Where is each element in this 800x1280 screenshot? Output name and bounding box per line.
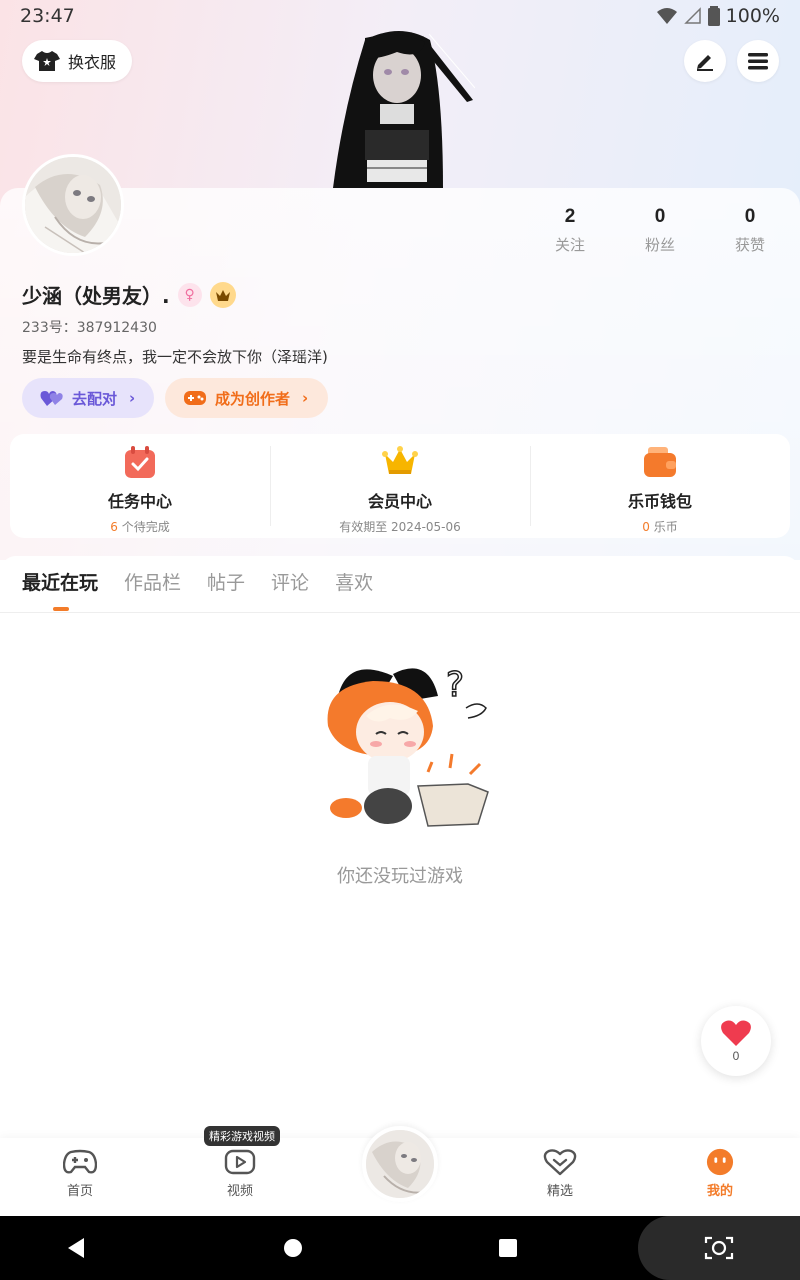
chevron-right-icon: › [302,389,309,407]
tab-works[interactable]: 作品栏 [124,568,181,595]
task-center-sub: 个待完成 [117,520,170,534]
wallet-icon [644,447,676,477]
vip-center-sub: 有效期至 2024-05-06 [339,520,461,534]
become-creator-button[interactable]: 成为创作者 › [165,378,328,418]
tab-comments[interactable]: 评论 [271,568,309,595]
nav-featured[interactable]: 精选 [520,1148,600,1199]
floating-like-button[interactable]: 0 [701,1006,771,1076]
svg-text:?: ? [446,665,464,705]
match-button-label: 去配对 [72,389,118,408]
avatar-character-figure[interactable] [325,30,475,188]
change-outfit-label: 换衣服 [68,53,117,72]
wifi-icon [656,8,677,24]
video-play-icon [224,1149,256,1175]
pen-icon [697,55,713,71]
battery-icon [707,6,720,26]
tab-likes[interactable]: 喜欢 [335,568,373,595]
bottom-navigation: 首页 视频 精彩游戏视频 精选 我的 [0,1126,800,1216]
tab-posts[interactable]: 帖子 [207,568,245,595]
nav-mine[interactable]: 我的 [680,1148,760,1199]
smile-face-icon [706,1148,734,1176]
heart-icon [721,1020,751,1046]
vip-crown-icon[interactable] [209,281,236,308]
system-navigation-bar [0,1216,800,1280]
tshirt-icon [34,51,60,71]
gamepad-icon [184,391,206,405]
coin-wallet-sub: 乐币 [649,520,678,534]
chevron-right-icon: › [129,389,136,407]
battery-percent: 100% [725,5,780,27]
home-icon[interactable] [282,1236,304,1260]
calendar-check-icon [125,446,155,478]
stat-following-label: 关注 [554,236,585,254]
status-bar: 23:47 100% [0,0,800,32]
menu-button[interactable] [737,40,779,82]
cell-signal-icon [683,7,701,24]
user-stats: 2 关注 0 粉丝 0 获赞 [525,206,795,255]
coin-wallet[interactable]: 乐币钱包 0 乐币 [530,434,790,538]
gamepad-icon [63,1149,97,1174]
video-tooltip: 精彩游戏视频 [204,1126,280,1146]
edit-profile-button[interactable] [684,40,726,82]
screenshot-button[interactable] [638,1216,800,1280]
tab-indicator [53,607,69,611]
menu-icon [748,53,768,70]
stat-following-value: 2 [564,206,576,227]
coin-wallet-title: 乐币钱包 [627,492,692,511]
nav-video-label: 视频 [226,1184,253,1199]
content-tabs: 最近在玩 作品栏 帖子 评论 喜欢 [22,568,373,595]
status-time: 23:47 [20,5,75,27]
stat-followers-value: 0 [654,206,666,227]
nav-home-label: 首页 [66,1184,93,1199]
recents-icon[interactable] [497,1236,519,1260]
back-icon[interactable] [64,1236,88,1260]
stat-following[interactable]: 2 关注 [525,206,615,255]
tab-recently-played[interactable]: 最近在玩 [22,568,98,595]
stat-likes[interactable]: 0 获赞 [705,206,795,255]
nav-center-avatar[interactable] [362,1126,438,1202]
task-center-title: 任务中心 [107,492,172,511]
match-button[interactable]: 去配对 › [22,378,154,418]
stat-followers-label: 粉丝 [644,236,675,254]
tabs-divider [0,612,800,613]
nav-home[interactable]: 首页 [40,1148,120,1199]
user-avatar[interactable] [22,154,124,256]
gender-female-icon: ♀ [177,282,202,307]
empty-state-illustration: ? [327,664,489,827]
feature-card: 任务中心 6 个待完成 会员中心 有效期至 2024-05-06 乐币钱包 0 … [10,434,790,538]
user-name-row: 少涵（处男友）. ♀ [22,280,236,309]
become-creator-label: 成为创作者 [215,389,291,408]
like-count: 0 [732,1049,740,1063]
avatar-image [366,1130,434,1198]
vip-center-title: 会员中心 [367,492,432,511]
nav-video[interactable]: 视频 [200,1148,280,1199]
content-panel: 最近在玩 作品栏 帖子 评论 喜欢 ? 你还没玩过游戏 [0,556,800,1138]
stat-likes-label: 获赞 [734,236,765,254]
vip-center[interactable]: 会员中心 有效期至 2024-05-06 [270,434,530,538]
empty-state-text: 你还没玩过游戏 [337,866,463,887]
nav-featured-label: 精选 [546,1184,573,1199]
stat-likes-value: 0 [744,206,756,227]
task-center-count: 6 [110,520,118,534]
stat-followers[interactable]: 0 粉丝 [615,206,705,255]
task-center[interactable]: 任务中心 6 个待完成 [10,434,270,538]
heart-chat-icon [543,1149,577,1176]
coin-wallet-count: 0 [642,520,650,534]
screenshot-icon [704,1236,734,1260]
user-id[interactable]: 233号：387912430 [22,317,157,337]
double-heart-icon [40,391,63,406]
change-outfit-button[interactable]: 换衣服 [22,40,133,82]
user-bio: 要是生命有终点，我一定不会放下你（泽瑶洋) [22,348,328,366]
user-name: 少涵（处男友）. [22,284,170,308]
nav-mine-label: 我的 [706,1184,733,1199]
crown-icon [382,446,418,474]
avatar-image [25,157,121,253]
